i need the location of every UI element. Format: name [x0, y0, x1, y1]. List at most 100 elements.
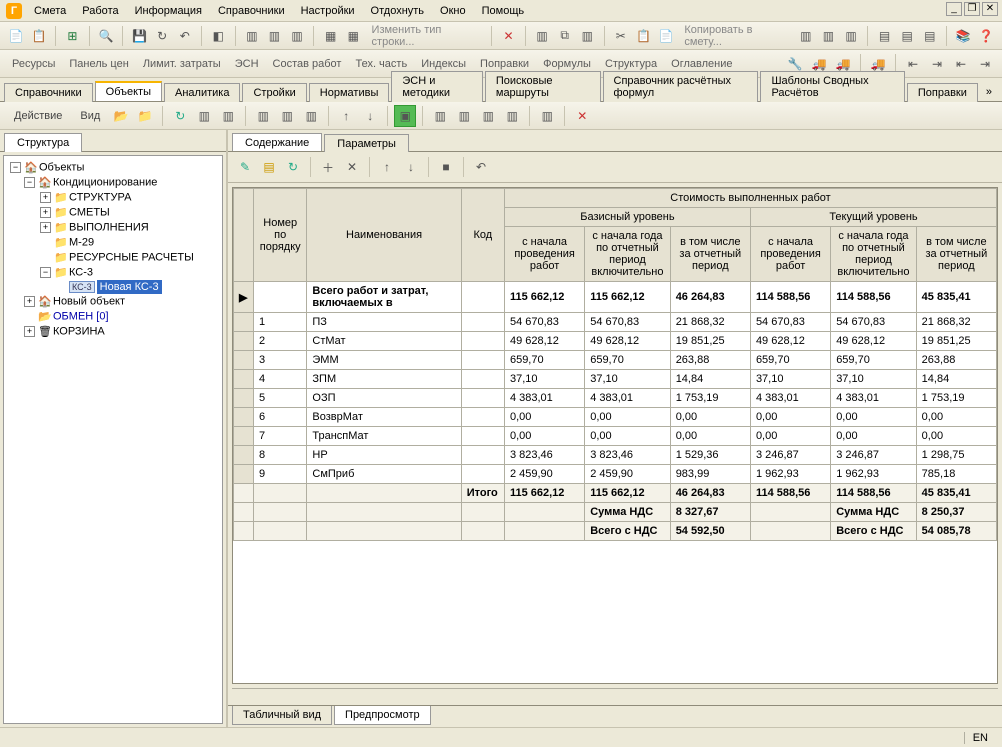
tab-routes[interactable]: Поисковые маршруты	[485, 71, 601, 102]
table-row[interactable]: 4ЗПМ37,1037,1014,8437,1037,1014,84	[234, 370, 997, 389]
toolbar-icon[interactable]: ▥	[477, 105, 499, 127]
menu-settings[interactable]: Настройки	[293, 3, 363, 19]
action-dropdown[interactable]: Действие	[6, 110, 70, 122]
lang-indicator[interactable]: EN	[964, 732, 996, 744]
toolbar-icon[interactable]: ▥	[276, 105, 298, 127]
tab-analytics[interactable]: Аналитика	[164, 83, 240, 102]
toolbar-icon[interactable]: ▥	[217, 105, 239, 127]
toolbar-icon[interactable]: ▥	[453, 105, 475, 127]
search-icon[interactable]: 🔍	[96, 25, 117, 47]
link-contents[interactable]: Оглавление	[665, 55, 738, 73]
arrow-up-icon[interactable]: ↑	[376, 156, 398, 178]
toolbar-icon[interactable]: ▥	[536, 105, 558, 127]
tree-item-selected[interactable]: КС-3Новая КС-3	[6, 280, 220, 294]
horizontal-scrollbar[interactable]	[232, 688, 998, 705]
undo-icon[interactable]: ↶	[470, 156, 492, 178]
toolbar-icon[interactable]: ▥	[818, 25, 839, 47]
table-row-nds[interactable]: Сумма НДС8 327,67 Сумма НДС8 250,37	[234, 503, 997, 522]
tree-item[interactable]: 📁М-29	[6, 235, 220, 250]
table-row[interactable]: 1ПЗ54 670,8354 670,8321 868,3254 670,835…	[234, 313, 997, 332]
toolbar-icon[interactable]: 📚	[953, 25, 974, 47]
link-structure[interactable]: Структура	[599, 55, 663, 73]
link-formulas[interactable]: Формулы	[537, 55, 597, 73]
tab-params[interactable]: Параметры	[324, 134, 409, 152]
tree-item[interactable]: +📁ВЫПОЛНЕНИЯ	[6, 220, 220, 235]
menu-rabota[interactable]: Работа	[74, 3, 126, 19]
tab-corrections[interactable]: Поправки	[907, 83, 978, 102]
table-row-itogo[interactable]: Итого 115 662,12115 662,1246 264,83 114 …	[234, 484, 997, 503]
toolbar-icon[interactable]: ▤	[919, 25, 940, 47]
link-limits[interactable]: Лимит. затраты	[137, 55, 227, 73]
table-row[interactable]: 8НР3 823,463 823,461 529,363 246,873 246…	[234, 446, 997, 465]
tab-templates[interactable]: Шаблоны Сводных Расчётов	[760, 71, 904, 102]
tab-preview[interactable]: Предпросмотр	[334, 706, 431, 725]
table-row-total[interactable]: ▶ Всего работ и затрат, включаемых в 115…	[234, 282, 997, 313]
edit-icon[interactable]: ✎	[234, 156, 256, 178]
help-icon[interactable]: ❓	[976, 25, 997, 47]
link-resources[interactable]: Ресурсы	[6, 55, 61, 73]
data-grid[interactable]: Номер по порядку Наименования Код Стоимо…	[232, 187, 998, 684]
maximize-icon[interactable]: ❐	[964, 2, 980, 16]
arrow-down-icon[interactable]: ↓	[359, 105, 381, 127]
outdent-icon[interactable]: ⇥	[974, 53, 996, 75]
stop-icon[interactable]: ■	[435, 156, 457, 178]
menu-smeta[interactable]: Смета	[26, 3, 74, 19]
table-row[interactable]: 7ТранспМат0,000,000,000,000,000,00	[234, 427, 997, 446]
menu-info[interactable]: Информация	[127, 3, 210, 19]
table-row[interactable]: 3ЭММ659,70659,70263,88659,70659,70263,88	[234, 351, 997, 370]
tree-item[interactable]: +🗑КОРЗИНА	[6, 324, 220, 339]
link-corrections[interactable]: Поправки	[474, 55, 535, 73]
tree-item[interactable]: 📁РЕСУРСНЫЕ РАСЧЕТЫ	[6, 250, 220, 265]
toolbar-icon[interactable]: ▦	[343, 25, 364, 47]
excel-icon[interactable]: ⊞	[62, 25, 83, 47]
toolbar-icon[interactable]: ▤	[897, 25, 918, 47]
toolbar-icon[interactable]: ▥	[532, 25, 553, 47]
toolbar-icon[interactable]: 📋	[29, 25, 50, 47]
add-icon[interactable]: ＋	[317, 156, 339, 178]
tree-item[interactable]: −🏠Кондиционирование	[6, 175, 220, 190]
link-composition[interactable]: Состав работ	[267, 55, 348, 73]
tab-stroiki[interactable]: Стройки	[242, 83, 306, 102]
menu-window[interactable]: Окно	[432, 3, 474, 19]
refresh-icon[interactable]: ↻	[169, 105, 191, 127]
toolbar-icon[interactable]: ▥	[242, 25, 263, 47]
delete-icon[interactable]: ✕	[498, 25, 519, 47]
toolbar-icon[interactable]: ▥	[287, 25, 308, 47]
toolbar-icon[interactable]: ▥	[193, 105, 215, 127]
link-tech[interactable]: Тех. часть	[349, 55, 413, 73]
undo-icon[interactable]: ↶	[174, 25, 195, 47]
object-tree[interactable]: −🏠Объекты −🏠Кондиционирование +📁СТРУКТУР…	[3, 155, 223, 724]
menu-rest[interactable]: Отдохнуть	[363, 3, 433, 19]
toolbar-icon[interactable]: ▥	[252, 105, 274, 127]
toolbar-icon[interactable]: 📄	[6, 25, 27, 47]
toolbar-icon[interactable]: 📄	[656, 25, 677, 47]
table-row[interactable]: 9СмПриб2 459,902 459,90983,991 962,931 9…	[234, 465, 997, 484]
more-tabs-icon[interactable]: »	[980, 83, 998, 101]
view-dropdown[interactable]: Вид	[72, 110, 108, 122]
indent-icon[interactable]: ⇤	[950, 53, 972, 75]
table-row-withnds[interactable]: Всего с НДС54 592,50 Всего с НДС54 085,7…	[234, 522, 997, 541]
check-icon[interactable]: ▤	[258, 156, 280, 178]
toolbar-icon[interactable]: ▥	[300, 105, 322, 127]
toolbar-icon[interactable]: ▥	[264, 25, 285, 47]
copy-to-estimate-button[interactable]: Копировать в смету...	[678, 24, 791, 48]
table-row[interactable]: 5ОЗП4 383,014 383,011 753,194 383,014 38…	[234, 389, 997, 408]
toolbar-icon[interactable]: ▥	[429, 105, 451, 127]
toolbar-icon[interactable]: ✂	[611, 25, 632, 47]
refresh-icon[interactable]: ↻	[152, 25, 173, 47]
toolbar-icon[interactable]: ▣	[394, 105, 416, 127]
outdent-icon[interactable]: ⇥	[926, 53, 948, 75]
toolbar-icon[interactable]: ▦	[320, 25, 341, 47]
tab-formulas[interactable]: Справочник расчётных формул	[603, 71, 759, 102]
change-row-type-button[interactable]: Изменить тип строки...	[366, 24, 486, 48]
toolbar-icon[interactable]: ▥	[795, 25, 816, 47]
link-indexes[interactable]: Индексы	[415, 55, 472, 73]
tree-item[interactable]: +📁СМЕТЫ	[6, 205, 220, 220]
tab-spravochniki[interactable]: Справочники	[4, 83, 93, 102]
toolbar-icon[interactable]: ▤	[874, 25, 895, 47]
arrow-up-icon[interactable]: ↑	[335, 105, 357, 127]
delete-icon[interactable]: ✕	[341, 156, 363, 178]
tree-item[interactable]: +📁СТРУКТУРА	[6, 190, 220, 205]
tab-esn[interactable]: ЭСН и методики	[391, 71, 483, 102]
indent-icon[interactable]: ⇤	[902, 53, 924, 75]
